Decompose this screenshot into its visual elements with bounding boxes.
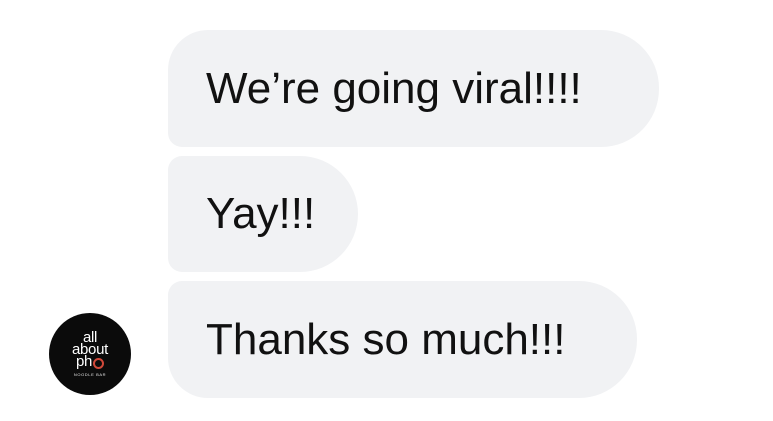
logo-subtitle: NOODLE BAR xyxy=(73,371,107,377)
swirl-icon xyxy=(93,357,105,369)
message-bubble[interactable]: Thanks so much!!! xyxy=(168,281,637,398)
message-bubble[interactable]: We’re going viral!!!! xyxy=(168,30,659,147)
message-bubble[interactable]: Yay!!! xyxy=(168,156,358,272)
logo-pho: ph xyxy=(75,353,105,370)
message-text: We’re going viral!!!! xyxy=(206,63,582,113)
logo-text-ph: ph xyxy=(75,353,93,370)
avatar[interactable]: all about ph NOODLE BAR xyxy=(49,313,131,395)
message-text: Yay!!! xyxy=(206,189,316,238)
message-text: Thanks so much!!! xyxy=(206,314,566,364)
chat-thread: We’re going viral!!!! Yay!!! Thanks so m… xyxy=(0,0,773,421)
